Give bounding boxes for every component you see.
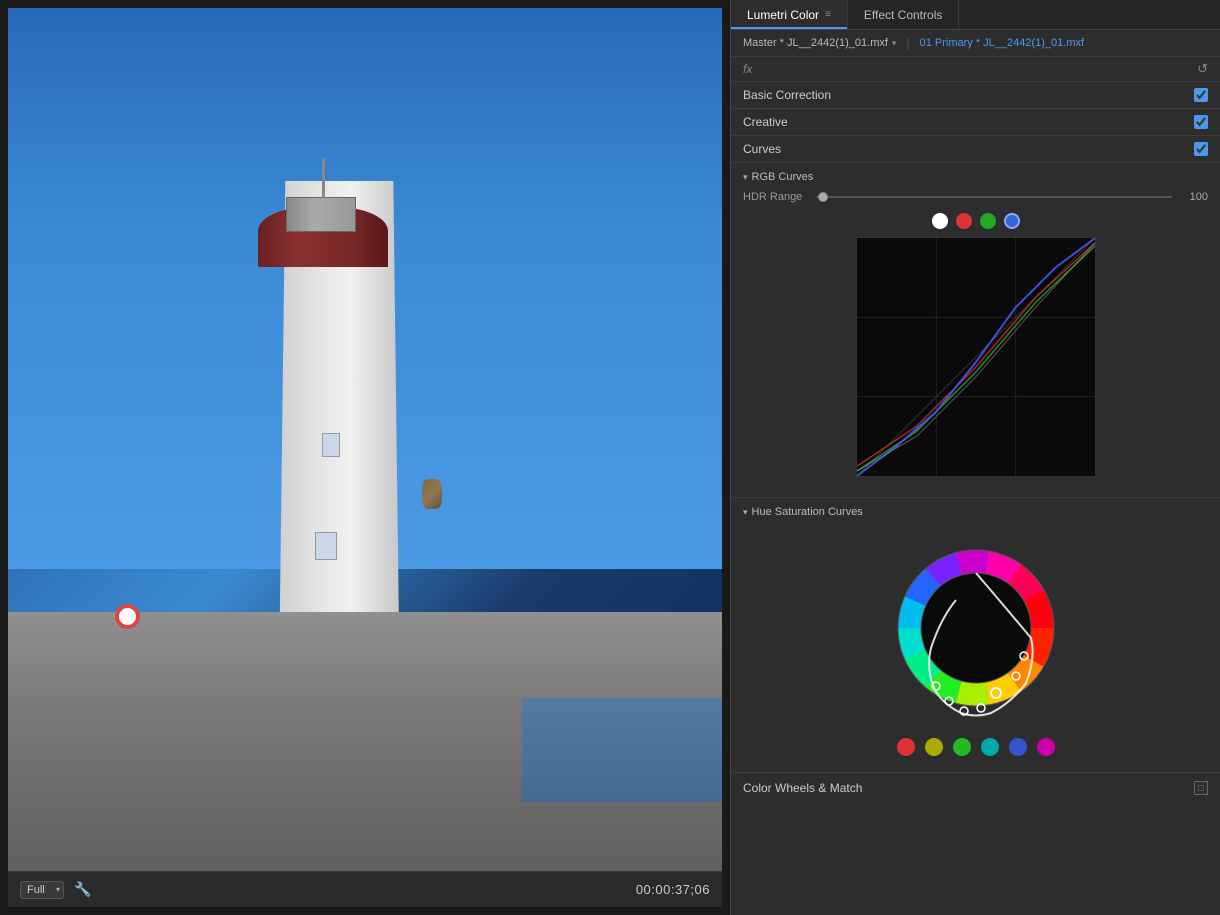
clip-dropdown-arrow[interactable]: ▾ [892,38,897,49]
lighthouse-window-1 [322,433,340,457]
creative-header[interactable]: Creative [731,109,1220,136]
tab-menu-icon[interactable]: ≡ [825,9,831,20]
lighthouse-antenna [322,158,325,198]
tab-lumetri-color[interactable]: Lumetri Color ≡ [731,0,848,29]
channel-dot-green[interactable] [980,213,996,229]
hdr-range-value: 100 [1180,191,1208,203]
rust-mark [422,479,442,509]
timecode-display: 00:00:37;06 [636,882,710,897]
rgb-curves-section: ▾ RGB Curves HDR Range 100 [731,163,1220,497]
hue-sat-dot-green[interactable] [953,738,971,756]
color-wheel-container [743,528,1208,764]
color-wheel-svg [876,528,1076,728]
channel-dot-blue[interactable] [1004,213,1020,229]
curves-svg [857,238,1095,476]
rgb-curves-header[interactable]: ▾ RGB Curves [743,171,1208,183]
basic-correction-header[interactable]: Basic Correction [731,82,1220,109]
tab-lumetri-label: Lumetri Color [747,8,819,22]
curves-header[interactable]: Curves [731,136,1220,163]
fx-label: fx [743,62,752,76]
video-frame [8,8,722,871]
hdr-range-row: HDR Range 100 [743,191,1208,203]
hdr-range-slider[interactable] [816,196,1172,198]
water [522,698,722,802]
fx-reset-icon[interactable]: ↺ [1197,61,1208,77]
hue-sat-dot-blue[interactable] [1009,738,1027,756]
expand-icon[interactable]: □ [1194,781,1208,795]
hue-sat-dots [897,738,1055,756]
video-panel: Full ▾ 🔧 00:00:37;06 [0,0,730,915]
panel-content: Basic Correction Creative Curves ▾ RGB C… [731,82,1220,915]
hdr-range-thumb [818,192,828,202]
tab-bar: Lumetri Color ≡ Effect Controls [731,0,1220,30]
quality-select[interactable]: Full [20,881,64,899]
lighthouse-window-2 [315,532,337,560]
tab-effect-controls-label: Effect Controls [864,8,942,22]
quality-selector-wrapper[interactable]: Full ▾ [20,881,64,899]
lumetri-panel: Lumetri Color ≡ Effect Controls Master *… [730,0,1220,915]
color-wheels-title: Color Wheels & Match [743,781,862,795]
color-wheels-section[interactable]: Color Wheels & Match □ [731,772,1220,803]
channel-dot-white[interactable] [932,213,948,229]
curves-checkbox[interactable] [1194,142,1208,156]
creative-checkbox[interactable] [1194,115,1208,129]
curves-graph[interactable] [856,237,1096,477]
clip-separator: | [906,36,909,50]
hue-sat-dot-cyan[interactable] [981,738,999,756]
primary-clip-name: 01 Primary * JL__2442(1)_01.mxf [920,37,1084,49]
channel-dot-red[interactable] [956,213,972,229]
hue-sat-title: Hue Saturation Curves [752,506,863,518]
rgb-curves-title: RGB Curves [752,171,814,183]
curves-title: Curves [743,142,781,156]
hue-sat-dot-orange[interactable] [925,738,943,756]
hue-sat-dot-magenta[interactable] [1037,738,1055,756]
hue-sat-header[interactable]: ▾ Hue Saturation Curves [743,506,1208,518]
settings-wrench-icon[interactable]: 🔧 [74,881,91,898]
basic-correction-checkbox[interactable] [1194,88,1208,102]
color-wheel[interactable] [876,528,1076,728]
tab-effect-controls[interactable]: Effect Controls [848,0,959,29]
lighthouse-lantern [286,197,356,232]
rgb-curves-arrow: ▾ [743,172,748,183]
hdr-range-label: HDR Range [743,191,808,203]
hue-sat-section: ▾ Hue Saturation Curves [731,497,1220,772]
master-clip-name: Master * JL__2442(1)_01.mxf [743,37,888,49]
video-container [8,8,722,871]
creative-title: Creative [743,115,788,129]
hue-sat-arrow: ▾ [743,507,748,518]
fx-row: fx ↺ [731,57,1220,82]
clip-selector: Master * JL__2442(1)_01.mxf ▾ | 01 Prima… [731,30,1220,57]
video-controls: Full ▾ 🔧 00:00:37;06 [8,871,722,907]
channel-dots [743,213,1208,229]
hue-sat-dot-red[interactable] [897,738,915,756]
basic-correction-title: Basic Correction [743,88,831,102]
